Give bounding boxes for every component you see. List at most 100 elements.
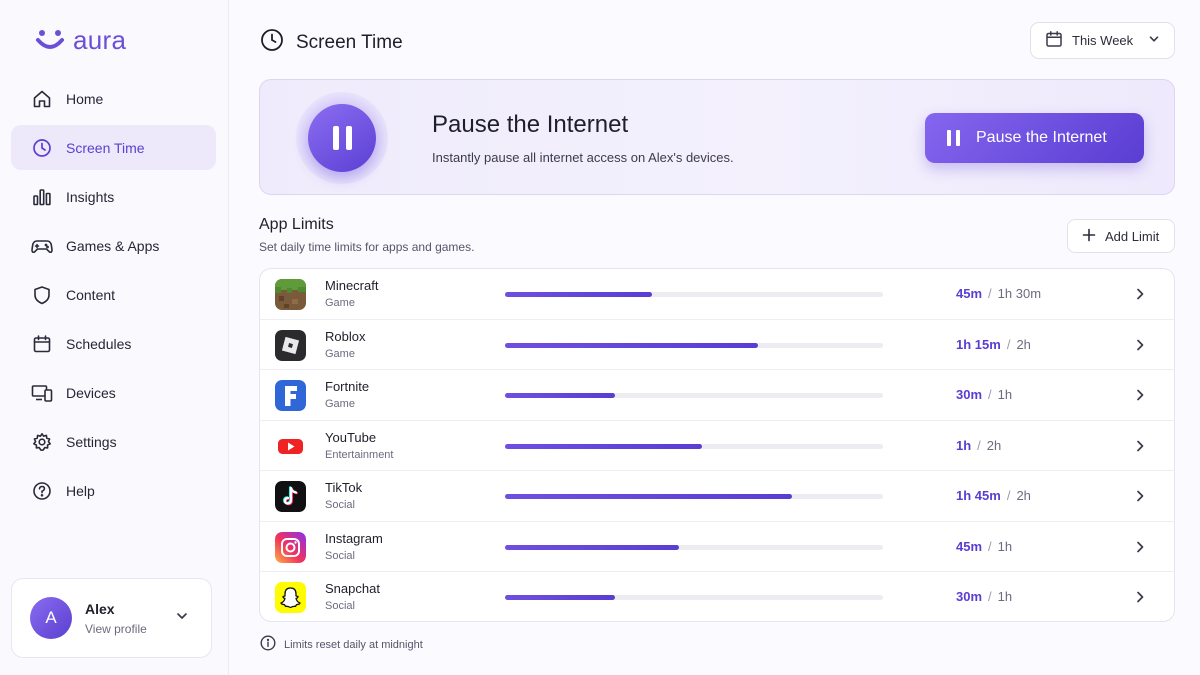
gamepad-icon bbox=[31, 235, 53, 257]
usage-progress-bar bbox=[505, 595, 883, 600]
pause-internet-card: Pause the Internet Instantly pause all i… bbox=[259, 79, 1175, 195]
sidebar-item-settings[interactable]: Settings bbox=[11, 419, 216, 464]
chevron-right-icon[interactable] bbox=[1132, 286, 1148, 307]
app-name: Roblox bbox=[325, 328, 366, 344]
sidebar-item-schedules[interactable]: Schedules bbox=[11, 321, 216, 366]
pause-icon bbox=[308, 104, 376, 172]
chevron-right-icon[interactable] bbox=[1132, 337, 1148, 358]
usage-progress-bar bbox=[505, 393, 883, 398]
time-used: 1h bbox=[956, 437, 972, 453]
sidebar-item-label: Insights bbox=[66, 188, 115, 205]
profile-name: Alex bbox=[85, 600, 115, 617]
sidebar-item-label: Content bbox=[66, 286, 116, 303]
list-item[interactable]: TikTok Social 1h 45m/2h bbox=[260, 471, 1174, 522]
app-window: aura Home Screen Time Insights Games & A… bbox=[0, 0, 1200, 675]
sidebar-item-content[interactable]: Content bbox=[11, 272, 216, 317]
sidebar-nav: Home Screen Time Insights Games & Apps C… bbox=[11, 76, 216, 517]
chevron-right-icon[interactable] bbox=[1132, 589, 1148, 610]
footnote-text: Limits reset daily at midnight bbox=[284, 638, 423, 651]
chevron-right-icon[interactable] bbox=[1132, 387, 1148, 408]
chevron-right-icon[interactable] bbox=[1132, 539, 1148, 560]
chevron-down-icon[interactable] bbox=[175, 609, 189, 628]
devices-icon bbox=[31, 382, 53, 404]
sidebar-item-help[interactable]: Help bbox=[11, 468, 216, 513]
profile-card[interactable]: A Alex View profile bbox=[11, 578, 212, 658]
bar-chart-icon bbox=[31, 186, 53, 208]
time-limit: 1h 30m bbox=[997, 286, 1042, 301]
limits-footnote: Limits reset daily at midnight bbox=[260, 635, 423, 654]
pause-button-label: Pause the Internet bbox=[976, 129, 1107, 146]
time-limit: 2h bbox=[986, 437, 1002, 453]
app-name: Fortnite bbox=[325, 379, 370, 394]
app-limits-list: Minecraft Game 45m/1h 30m Roblox Game 1h… bbox=[259, 268, 1175, 622]
chevron-right-icon[interactable] bbox=[1132, 438, 1148, 459]
clock-icon bbox=[31, 137, 53, 159]
aura-logo-icon bbox=[35, 28, 65, 52]
sidebar-item-label: Help bbox=[66, 482, 95, 499]
help-icon bbox=[31, 480, 53, 502]
sidebar-item-devices[interactable]: Devices bbox=[11, 370, 216, 415]
time-limit: 2h bbox=[1016, 336, 1031, 352]
time-limit: 2h bbox=[1016, 488, 1031, 503]
fortnite-icon bbox=[275, 380, 306, 411]
usage-progress-fill bbox=[505, 342, 759, 348]
add-limit-label: Add Limit bbox=[1105, 228, 1160, 244]
usage-progress-fill bbox=[505, 544, 679, 550]
time-used: 30m bbox=[956, 387, 983, 402]
usage-text: 45m/1h bbox=[956, 538, 1013, 554]
app-category: Social bbox=[325, 600, 355, 612]
pause-icon bbox=[947, 130, 960, 146]
gear-icon bbox=[31, 431, 53, 453]
list-item[interactable]: Roblox Game 1h 15m/2h bbox=[260, 320, 1174, 370]
sidebar-item-label: Home bbox=[66, 90, 104, 107]
time-used: 1h 45m bbox=[956, 488, 1001, 503]
app-name: YouTube bbox=[325, 429, 377, 445]
app-category: Entertainment bbox=[325, 448, 394, 461]
list-item[interactable]: YouTube Entertainment 1h/2h bbox=[260, 421, 1174, 471]
snapchat-icon bbox=[275, 582, 306, 613]
time-limit: 1h bbox=[997, 387, 1013, 402]
sidebar-item-label: Settings bbox=[66, 433, 117, 450]
sidebar-item-home[interactable]: Home bbox=[11, 76, 216, 121]
view-profile-link[interactable]: View profile bbox=[85, 622, 147, 636]
plus-icon bbox=[1082, 228, 1096, 245]
time-used: 45m bbox=[956, 286, 983, 301]
usage-progress-fill bbox=[505, 494, 793, 499]
list-item[interactable]: Fortnite Game 30m/1h bbox=[260, 370, 1174, 421]
app-name: Snapchat bbox=[325, 581, 380, 596]
list-item[interactable]: Instagram Social 45m/1h bbox=[260, 522, 1174, 572]
sidebar-item-label: Schedules bbox=[66, 335, 132, 352]
time-used: 45m bbox=[956, 538, 983, 554]
usage-progress-bar bbox=[505, 292, 883, 297]
calendar-icon bbox=[1045, 30, 1063, 51]
home-icon bbox=[31, 88, 53, 110]
pause-internet-button[interactable]: Pause the Internet bbox=[925, 113, 1144, 163]
sidebar: aura Home Screen Time Insights Games & A… bbox=[0, 0, 229, 675]
date-range-select[interactable]: This Week bbox=[1030, 22, 1175, 59]
list-item[interactable]: Snapchat Social 30m/1h bbox=[260, 572, 1174, 621]
usage-progress-bar bbox=[505, 342, 883, 348]
brand-logo[interactable]: aura bbox=[35, 27, 126, 53]
chevron-right-icon[interactable] bbox=[1132, 488, 1148, 509]
list-item[interactable]: Minecraft Game 45m/1h 30m bbox=[260, 269, 1174, 320]
usage-progress-fill bbox=[505, 393, 615, 398]
sidebar-item-games-apps[interactable]: Games & Apps bbox=[11, 223, 216, 268]
sidebar-item-screen-time[interactable]: Screen Time bbox=[11, 125, 216, 170]
minecraft-icon bbox=[275, 279, 306, 310]
usage-progress-fill bbox=[505, 443, 702, 449]
add-limit-button[interactable]: Add Limit bbox=[1067, 219, 1175, 253]
usage-text: 45m/1h 30m bbox=[956, 286, 1042, 301]
tiktok-icon bbox=[275, 481, 306, 512]
app-limits-subtitle: Set daily time limits for apps and games… bbox=[259, 240, 475, 254]
brand-name: aura bbox=[73, 25, 127, 55]
app-name: TikTok bbox=[325, 480, 363, 495]
sidebar-item-insights[interactable]: Insights bbox=[11, 174, 216, 219]
main-content: Screen Time This Week Pause the Internet… bbox=[229, 0, 1200, 675]
chevron-down-icon bbox=[1148, 33, 1160, 48]
usage-progress-fill bbox=[505, 595, 615, 600]
date-range-value: This Week bbox=[1072, 33, 1134, 48]
usage-progress-fill bbox=[505, 292, 653, 297]
usage-text: 1h 15m/2h bbox=[956, 336, 1031, 352]
usage-text: 1h/2h bbox=[956, 437, 1002, 453]
usage-text: 30m/1h bbox=[956, 589, 1013, 604]
